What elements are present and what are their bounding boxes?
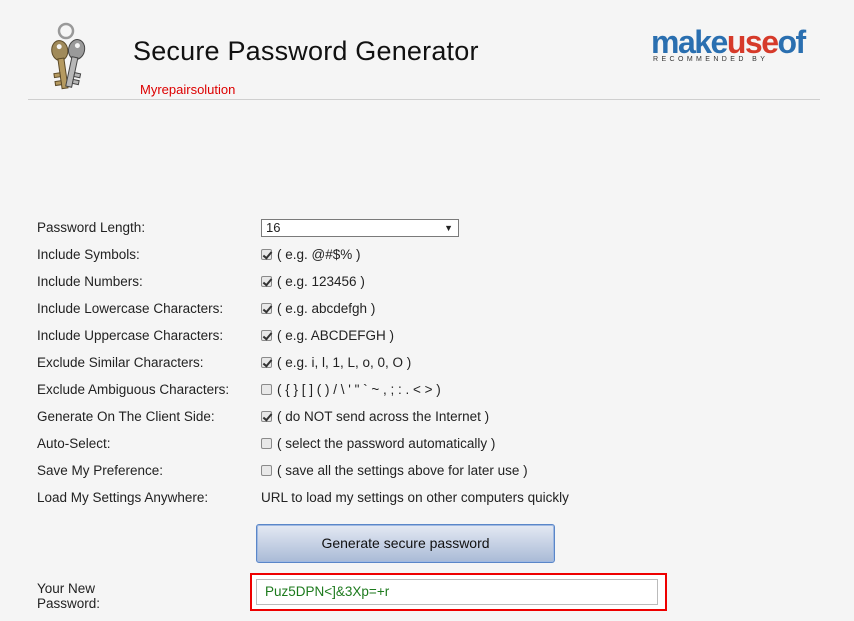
save-preference-checkbox[interactable] bbox=[261, 465, 272, 476]
client-side-hint: ( do NOT send across the Internet ) bbox=[277, 409, 490, 424]
symbols-label: Include Symbols: bbox=[37, 247, 140, 262]
dropdown-arrow-icon: ▼ bbox=[444, 223, 453, 233]
ambiguous-label: Exclude Ambiguous Characters: bbox=[37, 382, 230, 397]
length-select[interactable]: 16 ▼ bbox=[261, 219, 459, 237]
uppercase-hint: ( e.g. ABCDEFGH ) bbox=[277, 328, 395, 343]
header: Secure Password Generator Myrepairsoluti… bbox=[0, 0, 854, 100]
auto-select-checkbox[interactable] bbox=[261, 438, 272, 449]
numbers-label: Include Numbers: bbox=[37, 274, 143, 289]
generate-password-button[interactable]: Generate secure password bbox=[256, 524, 555, 563]
auto-select-hint: ( select the password automatically ) bbox=[277, 436, 496, 451]
load-settings-label: Load My Settings Anywhere: bbox=[37, 490, 209, 505]
auto-select-label: Auto-Select: bbox=[37, 436, 111, 451]
header-divider bbox=[28, 99, 820, 100]
lowercase-label: Include Lowercase Characters: bbox=[37, 301, 224, 316]
makeuseof-logo[interactable]: makeuseof RECOMMENDED BY bbox=[651, 26, 817, 72]
symbols-hint: ( e.g. @#$% ) bbox=[277, 247, 361, 262]
new-password-label: Your New Password: bbox=[37, 581, 101, 611]
numbers-hint: ( e.g. 123456 ) bbox=[277, 274, 365, 289]
length-label: Password Length: bbox=[37, 220, 146, 235]
keys-icon bbox=[51, 22, 86, 90]
save-preference-label: Save My Preference: bbox=[37, 463, 164, 478]
similar-checkbox[interactable] bbox=[261, 357, 272, 368]
ambiguous-checkbox[interactable] bbox=[261, 384, 272, 395]
logo-wordmark: makeuseof bbox=[651, 24, 806, 60]
similar-label: Exclude Similar Characters: bbox=[37, 355, 204, 370]
similar-hint: ( e.g. i, l, 1, L, o, 0, O ) bbox=[277, 355, 412, 370]
save-preference-hint: ( save all the settings above for later … bbox=[277, 463, 528, 478]
symbols-checkbox[interactable] bbox=[261, 249, 272, 260]
page-title: Secure Password Generator bbox=[133, 36, 479, 66]
uppercase-label: Include Uppercase Characters: bbox=[37, 328, 224, 343]
lowercase-hint: ( e.g. abcdefgh ) bbox=[277, 301, 376, 316]
uppercase-checkbox[interactable] bbox=[261, 330, 272, 341]
numbers-checkbox[interactable] bbox=[261, 276, 272, 287]
load-settings-text: URL to load my settings on other compute… bbox=[261, 490, 569, 505]
new-password-field[interactable]: Puz5DPN<]&3Xp=+r bbox=[256, 579, 658, 605]
length-value: 16 bbox=[266, 220, 281, 235]
ambiguous-hint: ( { } [ ] ( ) / \ ' " ` ~ , ; : . < > ) bbox=[277, 382, 441, 397]
client-side-checkbox[interactable] bbox=[261, 411, 272, 422]
lowercase-checkbox[interactable] bbox=[261, 303, 272, 314]
client-side-label: Generate On The Client Side: bbox=[37, 409, 215, 424]
page-subtitle: Myrepairsolution bbox=[140, 82, 236, 97]
